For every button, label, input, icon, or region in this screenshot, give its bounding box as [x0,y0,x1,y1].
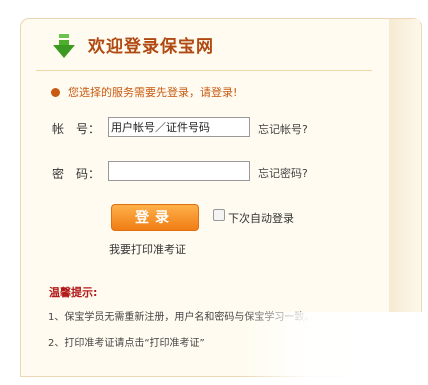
bullet-dot-icon [51,88,60,97]
bottom-fade-overlay [240,312,428,385]
password-input[interactable] [108,161,250,181]
print-admission-link[interactable]: 我要打印准考证 [109,241,186,257]
page-title: 欢迎登录保宝网 [88,37,214,57]
login-button[interactable]: 登录 [111,204,199,231]
password-label: 密 码： [52,167,101,181]
account-input[interactable]: 用户帐号／证件号码 [108,117,250,137]
forgot-password-link[interactable]: 忘记密码? [258,165,308,181]
title-divider [36,70,372,71]
account-label: 帐 号： [52,122,101,136]
tips-title: 温馨提示: [49,286,98,299]
forgot-account-link[interactable]: 忘记帐号? [258,121,308,137]
tip-item: 2、打印准考证请点击“打印准考证” [48,338,205,349]
green-down-arrow-icon [53,34,75,58]
auto-login-checkbox[interactable] [213,209,225,221]
auto-login-label[interactable]: 下次自动登录 [228,210,294,226]
login-notice: 您选择的服务需要先登录，请登录! [51,84,237,100]
notice-text: 您选择的服务需要先登录，请登录! [68,86,238,99]
